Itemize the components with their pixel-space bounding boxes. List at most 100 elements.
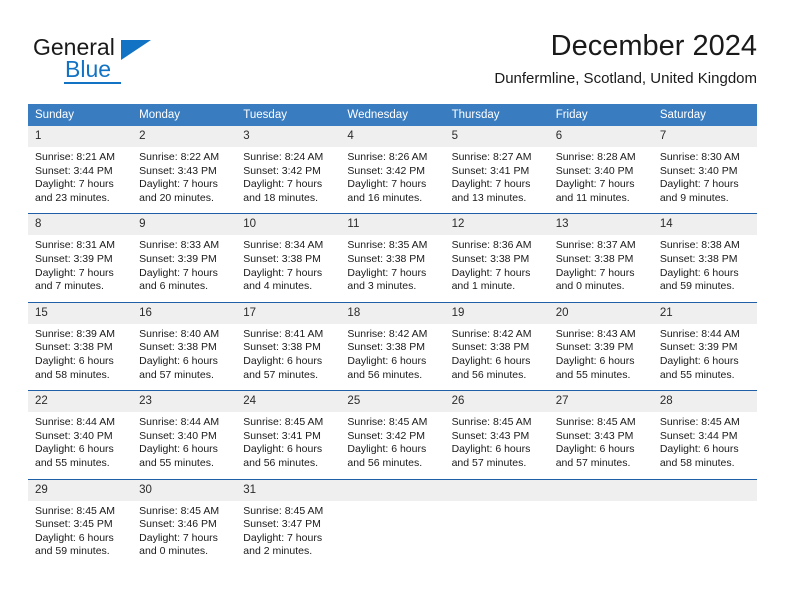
day-number-cell[interactable]: 5 <box>444 126 549 147</box>
day-number-cell[interactable]: 6 <box>548 126 653 147</box>
daylight-line1-text: Daylight: 6 hours <box>243 354 323 367</box>
daylight-line2-text: and 7 minutes. <box>35 280 104 293</box>
daylight-line1-text: Daylight: 6 hours <box>451 354 531 367</box>
day-number-cell[interactable]: 23 <box>132 391 237 413</box>
general-blue-logo[interactable]: General Blue <box>33 34 183 90</box>
sunset-text: Sunset: 3:38 PM <box>243 252 321 265</box>
sunrise-text: Sunrise: 8:45 AM <box>243 504 324 517</box>
day-detail-cell: Sunrise: 8:33 AM Sunset: 3:39 PM Daylight:… <box>132 235 236 302</box>
day-number-cell[interactable]: 31 <box>236 479 341 501</box>
daylight-line1-text: Daylight: 6 hours <box>35 443 114 456</box>
sunset-text: Sunset: 3:42 PM <box>347 164 426 177</box>
day-number-cell[interactable]: 7 <box>652 126 757 147</box>
sunset-text: Sunset: 3:39 PM <box>35 252 113 265</box>
daylight-line1-text: Daylight: 6 hours <box>659 266 739 279</box>
day-detail-cell: Sunrise: 8:45 AM Sunset: 3:44 PM Daylight:… <box>653 412 757 479</box>
day-number-cell[interactable]: 13 <box>548 214 653 236</box>
daylight-line2-text: and 57 minutes. <box>451 456 527 469</box>
sunrise-text: Sunrise: 8:37 AM <box>555 239 636 252</box>
day-number-cell[interactable]: 17 <box>236 302 341 324</box>
sunset-text: Sunset: 3:44 PM <box>35 164 113 177</box>
sunrise-text: Sunrise: 8:22 AM <box>139 151 220 163</box>
sunrise-text: Sunrise: 8:31 AM <box>35 239 115 252</box>
day-number-cell[interactable]: 30 <box>132 479 237 501</box>
sunrise-text: Sunrise: 8:43 AM <box>555 327 636 340</box>
day-number-cell[interactable]: 8 <box>28 214 133 236</box>
day-detail-cell: Sunrise: 8:22 AM Sunset: 3:43 PM Daylight:… <box>132 147 236 214</box>
day-number-cell[interactable]: 15 <box>28 302 133 324</box>
day-number-cell[interactable]: 12 <box>444 214 549 236</box>
empty-detail-cell <box>653 501 757 567</box>
weekday-header-friday: Friday <box>548 104 653 126</box>
calendar-page: General Blue December 2024 Dunfermline, … <box>0 0 792 612</box>
day-number-cell[interactable]: 11 <box>340 214 445 236</box>
day-number-cell[interactable]: 21 <box>652 302 757 324</box>
daylight-line1-text: Daylight: 7 hours <box>139 178 218 191</box>
calendar-body: 1 2 3 4 5 6 7 Sunrise: 8:21 AM Sunset: 3:44 PM Da… <box>28 126 757 567</box>
daylight-line1-text: Daylight: 7 hours <box>243 266 323 279</box>
day-detail-cell: Sunrise: 8:42 AM Sunset: 3:38 PM Daylight:… <box>445 324 549 391</box>
day-detail-row: Sunrise: 8:21 AM Sunset: 3:44 PM Daylight:… <box>28 147 757 214</box>
day-number-cell[interactable]: 14 <box>652 214 757 236</box>
day-number-cell[interactable]: 28 <box>652 391 757 413</box>
sunset-text: Sunset: 3:38 PM <box>555 252 634 265</box>
day-number-cell[interactable]: 4 <box>340 126 445 147</box>
sunset-text: Sunset: 3:39 PM <box>659 341 738 354</box>
daylight-line1-text: Daylight: 7 hours <box>555 266 635 279</box>
sunrise-text: Sunrise: 8:34 AM <box>243 239 324 252</box>
day-detail-cell: Sunrise: 8:45 AM Sunset: 3:43 PM Daylight:… <box>445 412 549 479</box>
day-number-cell[interactable]: 22 <box>28 391 133 413</box>
daylight-line2-text: and 55 minutes. <box>555 368 631 381</box>
day-detail-cell: Sunrise: 8:31 AM Sunset: 3:39 PM Daylight:… <box>28 235 132 302</box>
daylight-line2-text: and 3 minutes. <box>347 280 417 293</box>
sunset-text: Sunset: 3:43 PM <box>451 429 530 442</box>
triangle-logo-icon <box>121 40 151 60</box>
daylight-line2-text: and 11 minutes. <box>555 191 630 204</box>
sunrise-text: Sunrise: 8:41 AM <box>243 327 324 340</box>
day-detail-cell: Sunrise: 8:44 AM Sunset: 3:39 PM Daylight:… <box>653 324 757 391</box>
day-detail-cell: Sunrise: 8:40 AM Sunset: 3:38 PM Daylight:… <box>132 324 236 391</box>
sunset-text: Sunset: 3:38 PM <box>451 341 530 354</box>
sunrise-text: Sunrise: 8:26 AM <box>347 151 428 163</box>
sunrise-text: Sunrise: 8:30 AM <box>659 151 740 163</box>
daylight-line2-text: and 4 minutes. <box>243 280 313 293</box>
sunset-text: Sunset: 3:38 PM <box>35 341 113 354</box>
day-number-row: 1234567 <box>28 126 757 147</box>
sunrise-text: Sunrise: 8:24 AM <box>243 151 324 163</box>
sunset-text: Sunset: 3:38 PM <box>659 252 738 265</box>
sunset-text: Sunset: 3:39 PM <box>555 341 634 354</box>
page-title: December 2024 <box>550 30 757 62</box>
sunset-text: Sunset: 3:42 PM <box>243 164 321 177</box>
empty-day-cell <box>340 479 445 501</box>
day-detail-cell: Sunrise: 8:35 AM Sunset: 3:38 PM Daylight:… <box>340 235 444 302</box>
day-number-cell[interactable]: 9 <box>132 214 237 236</box>
day-number-cell[interactable]: 27 <box>548 391 653 413</box>
day-number-cell[interactable]: 24 <box>236 391 341 413</box>
sunrise-text: Sunrise: 8:28 AM <box>555 151 636 163</box>
daylight-line1-text: Daylight: 7 hours <box>139 531 218 544</box>
empty-day-cell <box>652 479 757 501</box>
day-number-cell[interactable]: 26 <box>444 391 549 413</box>
day-detail-cell: Sunrise: 8:30 AM Sunset: 3:40 PM Daylight:… <box>653 147 757 214</box>
day-number-cell[interactable]: 10 <box>236 214 341 236</box>
daylight-line1-text: Daylight: 6 hours <box>243 443 323 456</box>
sunset-text: Sunset: 3:46 PM <box>139 518 217 531</box>
day-number-cell[interactable]: 29 <box>28 479 133 501</box>
day-number-cell[interactable]: 25 <box>340 391 445 413</box>
daylight-line1-text: Daylight: 6 hours <box>139 443 218 456</box>
day-number-cell[interactable]: 16 <box>132 302 237 324</box>
daylight-line2-text: and 18 minutes. <box>243 191 318 204</box>
day-number-cell[interactable]: 3 <box>236 126 341 147</box>
daylight-line2-text: and 16 minutes. <box>347 191 423 204</box>
sunrise-text: Sunrise: 8:45 AM <box>451 416 532 429</box>
day-number-row: 22 23 24 25 26 27 28 <box>28 391 757 413</box>
sunset-text: Sunset: 3:39 PM <box>139 252 217 265</box>
day-number-cell[interactable]: 2 <box>132 126 237 147</box>
day-number-cell[interactable]: 19 <box>444 302 549 324</box>
day-number-cell[interactable]: 20 <box>548 302 653 324</box>
day-number-cell[interactable]: 18 <box>340 302 445 324</box>
sunrise-text: Sunrise: 8:44 AM <box>35 416 115 429</box>
sunrise-text: Sunrise: 8:45 AM <box>555 416 636 429</box>
day-number-cell[interactable]: 1 <box>28 126 133 147</box>
daylight-line1-text: Daylight: 7 hours <box>347 178 427 191</box>
